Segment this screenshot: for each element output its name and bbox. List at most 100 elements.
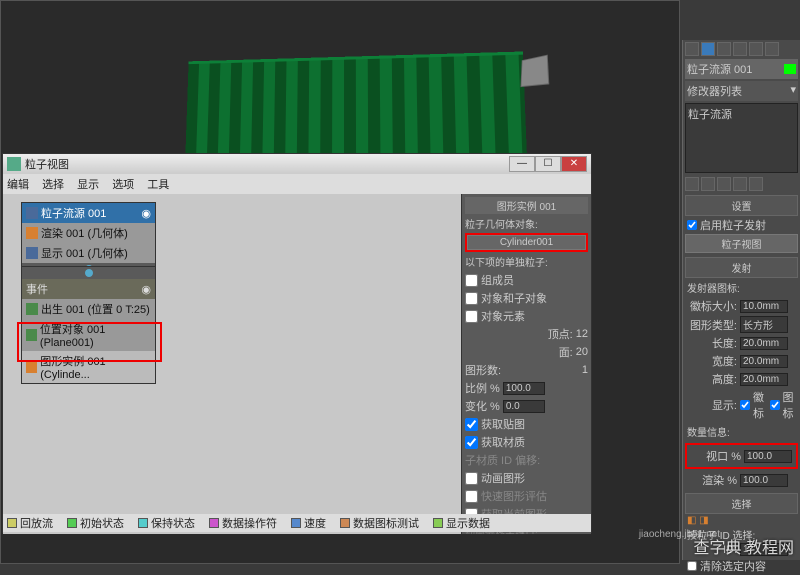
- window-icon: [7, 157, 21, 171]
- cb-acquire-mapping[interactable]: [465, 418, 478, 431]
- cb-group-members[interactable]: [465, 274, 478, 287]
- geom-obj-label: 粒子几何体对象:: [465, 216, 588, 231]
- depot-icon: [291, 518, 301, 528]
- modifier-stack[interactable]: 粒子流源: [685, 103, 798, 173]
- height-label: 高度:: [687, 371, 737, 387]
- modifier-list-dropdown[interactable]: 修改器列表▾: [685, 81, 798, 101]
- tab-display[interactable]: [749, 42, 763, 56]
- node-toggle-icon[interactable]: ◉: [141, 207, 151, 220]
- depot-item[interactable]: 保持状态: [138, 515, 195, 531]
- menu-tools[interactable]: 工具: [147, 179, 169, 191]
- remove-modifier-icon[interactable]: [733, 177, 747, 191]
- rollout-emit[interactable]: 发射: [685, 257, 798, 278]
- input-connector[interactable]: [85, 269, 93, 277]
- operator-render[interactable]: 渲染 001 (几何体): [22, 223, 155, 243]
- view-cube[interactable]: [521, 55, 550, 88]
- show-icon-text: 图标: [783, 389, 797, 421]
- select-tools[interactable]: ◧ ◨: [685, 514, 798, 527]
- variation-spinner[interactable]: 0.0: [503, 400, 545, 413]
- viewport-pct-spinner[interactable]: 100.0: [744, 450, 792, 463]
- highlight-quantity: 视口 %100.0: [685, 443, 798, 469]
- depot-icon: [67, 518, 77, 528]
- render-pct-label: 渲染 %: [687, 472, 737, 488]
- width-spinner[interactable]: 20.0mm: [740, 355, 788, 368]
- depot-label: 初始状态: [80, 515, 124, 531]
- menu-display[interactable]: 显示: [77, 179, 99, 191]
- logo-size-spinner[interactable]: 10.0mm: [740, 300, 788, 313]
- rollout-settings[interactable]: 设置: [685, 195, 798, 216]
- render-pct-spinner[interactable]: 100.0: [740, 474, 788, 487]
- depot-label: 数据操作符: [222, 515, 277, 531]
- menu-edit[interactable]: 编辑: [7, 179, 29, 191]
- rollout-select[interactable]: 选择: [685, 493, 798, 514]
- icon-type-dropdown[interactable]: 长方形: [740, 316, 788, 333]
- node-header[interactable]: 粒子流源 001◉: [22, 203, 155, 223]
- scene-geometry: [185, 52, 527, 158]
- show-logo-checkbox[interactable]: [740, 400, 750, 410]
- cb-label: 组成员: [481, 272, 514, 288]
- birth-op-icon: [26, 303, 38, 315]
- minimize-button[interactable]: —: [509, 156, 535, 172]
- cb-animated-shape[interactable]: [465, 472, 478, 485]
- tab-modify[interactable]: [701, 42, 715, 56]
- operator-display[interactable]: 显示 001 (几何体): [22, 243, 155, 263]
- operator-birth[interactable]: 出生 001 (位置 0 T:25): [22, 299, 155, 319]
- length-spinner[interactable]: 20.0mm: [740, 337, 788, 350]
- depot-bar: 回放流 初始状态 保持状态 数据操作符 速度 数据图标测试 显示数据: [3, 514, 591, 532]
- depot-label: 保持状态: [151, 515, 195, 531]
- cb-fast-eval: [465, 490, 478, 503]
- cb-obj-children[interactable]: [465, 292, 478, 305]
- cb-obj-elements[interactable]: [465, 310, 478, 323]
- display-op-icon: [26, 247, 38, 259]
- menu-options[interactable]: 选项: [112, 179, 134, 191]
- tab-motion[interactable]: [733, 42, 747, 56]
- node-title: 事件: [26, 281, 48, 297]
- node-toggle-icon[interactable]: ◉: [141, 283, 151, 296]
- tab-create[interactable]: [685, 42, 699, 56]
- scale-spinner[interactable]: 100.0: [503, 382, 545, 395]
- depot-label: 速度: [304, 515, 326, 531]
- pin-stack-icon[interactable]: [685, 177, 699, 191]
- depot-item[interactable]: 数据操作符: [209, 515, 277, 531]
- cb-label: 获取贴图: [481, 416, 525, 432]
- depot-item[interactable]: 回放流: [7, 515, 53, 531]
- cb-label: 对象元素: [481, 308, 525, 324]
- stack-item[interactable]: 粒子流源: [688, 109, 732, 121]
- node-header[interactable]: 事件 ◉: [22, 279, 155, 299]
- menu-select[interactable]: 选择: [42, 179, 64, 191]
- operator-properties: 图形实例 001 粒子几何体对象: Cylinder001 以下项的单独粒子: …: [461, 194, 591, 534]
- verts-value: 12: [576, 328, 588, 340]
- tab-hierarchy[interactable]: [717, 42, 731, 56]
- depot-label: 数据图标测试: [353, 515, 419, 531]
- maximize-button[interactable]: ☐: [535, 156, 561, 172]
- depot-item[interactable]: 速度: [291, 515, 326, 531]
- pick-geometry-button[interactable]: Cylinder001: [467, 235, 586, 250]
- separate-label: 以下项的单独粒子:: [465, 254, 588, 269]
- flow-source-node[interactable]: 粒子流源 001◉ 渲染 001 (几何体) 显示 001 (几何体): [21, 202, 156, 276]
- window-titlebar[interactable]: 粒子视图 — ☐ ✕: [3, 154, 591, 174]
- height-spinner[interactable]: 20.0mm: [740, 373, 788, 386]
- clear-sel-checkbox[interactable]: [687, 561, 697, 571]
- show-icon-checkbox[interactable]: [770, 400, 780, 410]
- make-unique-icon[interactable]: [717, 177, 731, 191]
- width-label: 宽度:: [687, 353, 737, 369]
- depot-label: 显示数据: [446, 515, 490, 531]
- configure-sets-icon[interactable]: [749, 177, 763, 191]
- depot-item[interactable]: 初始状态: [67, 515, 124, 531]
- close-button[interactable]: ✕: [561, 156, 587, 172]
- depot-item[interactable]: 数据图标测试: [340, 515, 419, 531]
- cb-acquire-material[interactable]: [465, 436, 478, 449]
- tab-utilities[interactable]: [765, 42, 779, 56]
- flow-canvas[interactable]: 粒子流源 001◉ 渲染 001 (几何体) 显示 001 (几何体) 事件◉ …: [3, 194, 461, 534]
- depot-icon: [209, 518, 219, 528]
- enable-emit-checkbox[interactable]: [687, 220, 697, 230]
- cb-label: 动画图形: [481, 470, 525, 486]
- color-swatch[interactable]: [784, 64, 796, 74]
- show-logo-text: 徽标: [753, 389, 767, 421]
- show-end-result-icon[interactable]: [701, 177, 715, 191]
- shape-op-icon: [26, 361, 37, 373]
- depot-item[interactable]: 显示数据: [433, 515, 490, 531]
- particle-view-button[interactable]: 粒子视图: [685, 234, 798, 253]
- operator-label: 显示 001 (几何体): [41, 245, 128, 261]
- object-name-field[interactable]: 粒子流源 001: [685, 59, 798, 79]
